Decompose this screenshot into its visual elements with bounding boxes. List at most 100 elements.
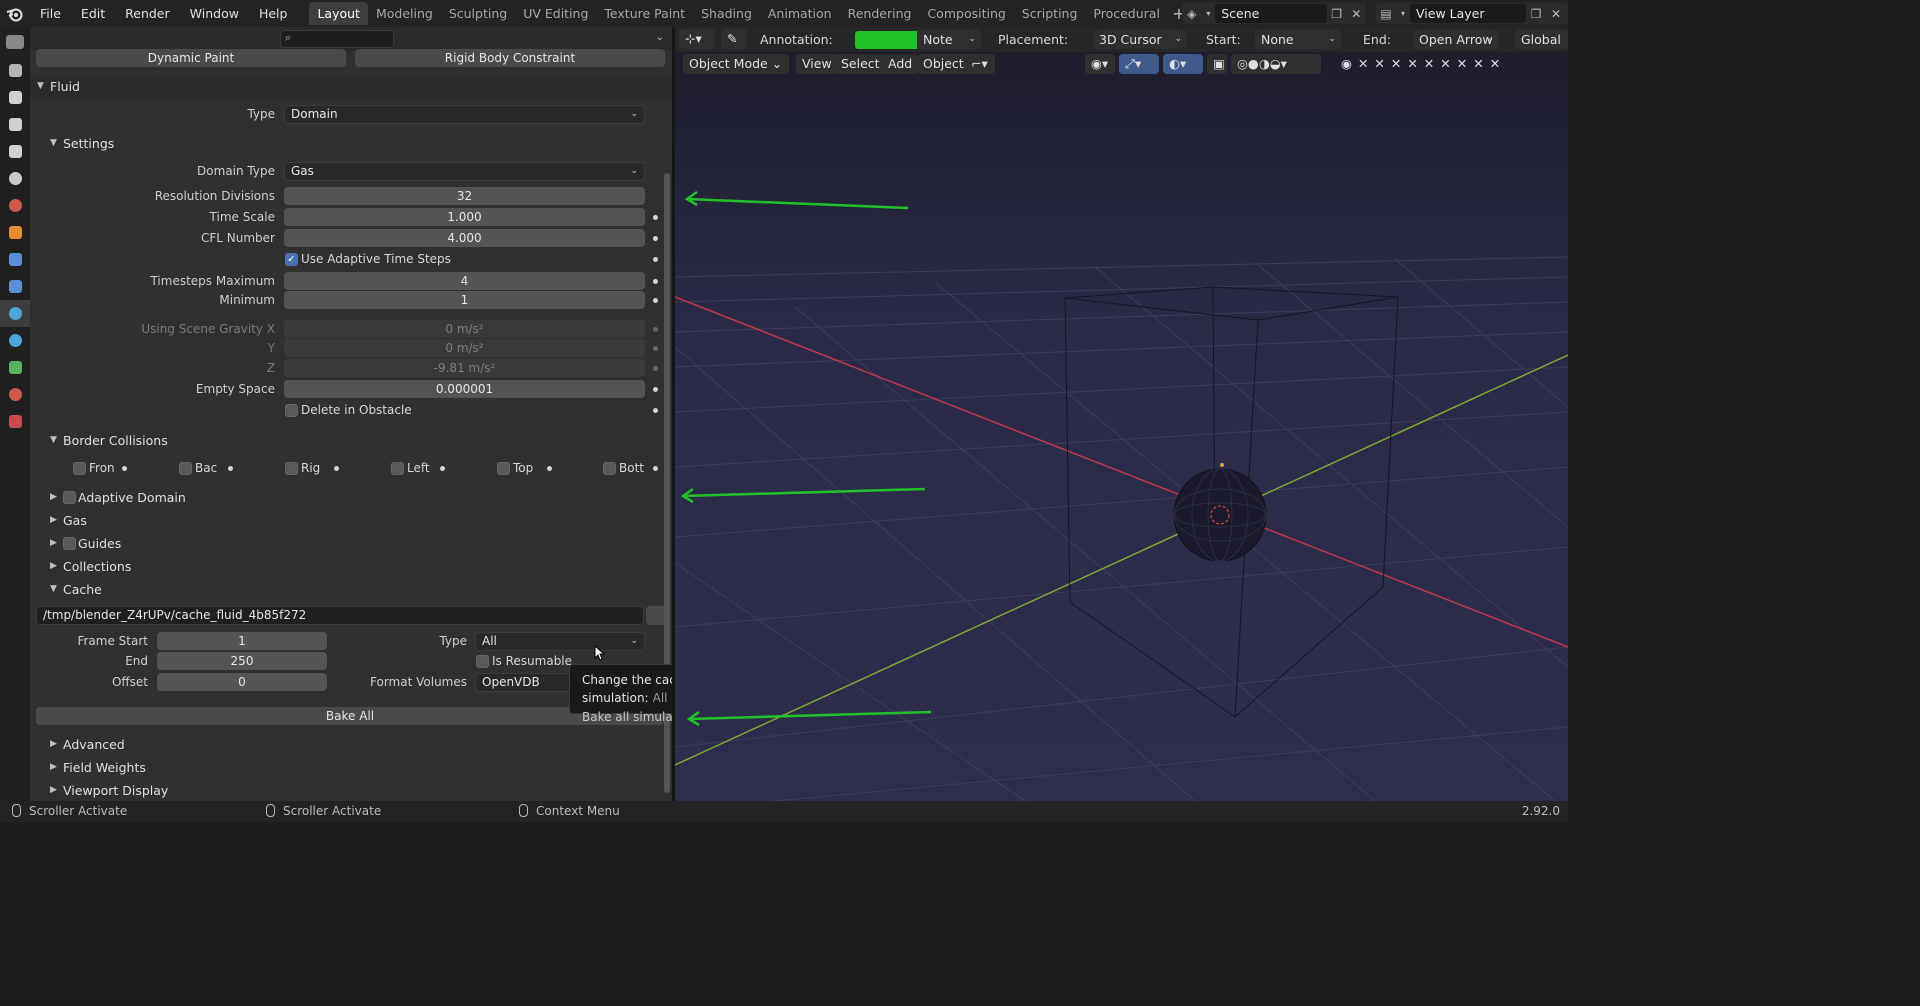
tab-sculpting[interactable]: Sculpting bbox=[441, 2, 515, 25]
time-scale-field[interactable]: 1.000 bbox=[284, 208, 645, 226]
modifier-tab-icon[interactable] bbox=[0, 246, 30, 273]
collections-header[interactable]: ▶ Collections bbox=[30, 555, 672, 579]
keyframe-dot-icon[interactable] bbox=[440, 466, 445, 471]
adaptive-domain-checkbox[interactable] bbox=[63, 491, 76, 504]
keyframe-dot-icon[interactable] bbox=[122, 466, 127, 471]
placement-dropdown[interactable]: 3D Cursor ⌄ bbox=[1093, 30, 1187, 49]
border-left-checkbox[interactable] bbox=[391, 462, 404, 475]
offset-field[interactable]: 0 bbox=[157, 673, 327, 691]
delete-view-layer-icon[interactable]: ✕ bbox=[1546, 4, 1566, 23]
overlays-toggle-icon[interactable]: ◐▾ bbox=[1163, 54, 1203, 74]
keyframe-dot-icon[interactable] bbox=[653, 408, 658, 413]
keyframe-dot-icon[interactable] bbox=[653, 257, 658, 262]
timesteps-min-field[interactable]: 1 bbox=[284, 291, 645, 309]
delete-scene-icon[interactable]: ✕ bbox=[1346, 4, 1366, 23]
world-tab-icon[interactable] bbox=[0, 192, 30, 219]
timesteps-max-field[interactable]: 4 bbox=[284, 272, 645, 290]
menu-add[interactable]: Add bbox=[882, 54, 919, 74]
keyframe-dot-icon[interactable] bbox=[653, 466, 658, 471]
view-layer-icon[interactable]: ▤ bbox=[1376, 4, 1396, 23]
folder-icon[interactable] bbox=[646, 606, 666, 625]
dynamic-paint-button[interactable]: Dynamic Paint bbox=[36, 49, 346, 67]
cache-header[interactable]: ▼ Cache bbox=[30, 578, 672, 602]
start-dropdown[interactable]: None ⌄ bbox=[1255, 30, 1341, 49]
tab-animation[interactable]: Animation bbox=[760, 2, 840, 25]
chevron-down-icon[interactable]: ▾ bbox=[1202, 4, 1216, 23]
menu-view[interactable]: View bbox=[796, 54, 838, 74]
tab-rendering[interactable]: Rendering bbox=[840, 2, 920, 25]
border-front-checkbox[interactable] bbox=[73, 462, 86, 475]
border-right-checkbox[interactable] bbox=[285, 462, 298, 475]
material-tab-icon[interactable] bbox=[0, 381, 30, 408]
render-tab-icon[interactable] bbox=[0, 84, 30, 111]
scene-name-field[interactable]: Scene bbox=[1215, 4, 1327, 23]
gravity-x-field[interactable]: 0 m/s² bbox=[284, 320, 645, 338]
tab-modeling[interactable]: Modeling bbox=[368, 2, 441, 25]
tool-tab-icon[interactable] bbox=[0, 57, 30, 84]
xray-toggle-icon[interactable]: ▣ bbox=[1207, 54, 1227, 74]
frame-end-field[interactable]: 250 bbox=[157, 652, 327, 670]
output-tab-icon[interactable] bbox=[0, 111, 30, 138]
settings-subpanel-header[interactable]: ▼ Settings bbox=[30, 132, 672, 156]
texture-tab-icon[interactable] bbox=[0, 408, 30, 435]
adaptive-timesteps-checkbox[interactable]: ✓ bbox=[285, 253, 298, 266]
editor-type-icon[interactable] bbox=[0, 27, 30, 57]
tab-scripting[interactable]: Scripting bbox=[1014, 2, 1086, 25]
scene-tab-icon[interactable] bbox=[0, 165, 30, 192]
adaptive-domain-header[interactable]: ▶ Adaptive Domain bbox=[30, 486, 672, 510]
annotate-tool-icon[interactable]: ✎ bbox=[721, 29, 747, 49]
visibility-icon[interactable]: ◉▾ bbox=[1085, 54, 1115, 74]
menu-object[interactable]: Object bbox=[917, 54, 970, 74]
annotation-color-swatch[interactable] bbox=[855, 31, 917, 49]
chevron-down-icon[interactable]: ⌄ bbox=[656, 32, 664, 43]
cache-path-input[interactable]: /tmp/blender_Z4rUPv/cache_fluid_4b85f272 bbox=[36, 606, 644, 625]
keyframe-dot-icon[interactable] bbox=[653, 236, 658, 241]
properties-search-input[interactable]: ⌕ bbox=[280, 30, 394, 48]
is-resumable-checkbox[interactable] bbox=[476, 655, 489, 668]
gas-header[interactable]: ▶ Gas bbox=[30, 509, 672, 533]
end-dropdown[interactable]: Open Arrow ⌄ bbox=[1413, 30, 1499, 49]
copy-view-layer-icon[interactable]: ❐ bbox=[1526, 4, 1546, 23]
view-layer-name-field[interactable]: View Layer bbox=[1410, 4, 1526, 23]
fluid-panel-header[interactable]: ▼ Fluid bbox=[30, 75, 672, 99]
domain-type-dropdown[interactable]: Gas ⌄ bbox=[284, 162, 645, 181]
snap-toggle-icon[interactable]: ⌐▾ bbox=[965, 54, 995, 74]
particles-tab-icon[interactable] bbox=[0, 273, 30, 300]
tab-texture-paint[interactable]: Texture Paint bbox=[596, 2, 693, 25]
tab-compositing[interactable]: Compositing bbox=[919, 2, 1013, 25]
menu-select[interactable]: Select bbox=[835, 54, 886, 74]
keyframe-dot-icon[interactable] bbox=[653, 366, 658, 371]
shading-modes-icon[interactable]: ◎●◑◒▾ bbox=[1231, 54, 1321, 74]
cfl-field[interactable]: 4.000 bbox=[284, 229, 645, 247]
gravity-z-field[interactable]: -9.81 m/s² bbox=[284, 359, 645, 377]
field-weights-header[interactable]: ▶ Field Weights bbox=[30, 756, 672, 780]
fluid-type-dropdown[interactable]: Domain ⌄ bbox=[284, 105, 645, 124]
gizmo-toggle-icon[interactable]: ⤢▾ bbox=[1119, 54, 1159, 74]
guides-checkbox[interactable] bbox=[63, 537, 76, 550]
border-collisions-header[interactable]: ▼ Border Collisions bbox=[30, 429, 672, 453]
keyframe-dot-icon[interactable] bbox=[334, 466, 339, 471]
tab-layout[interactable]: Layout bbox=[309, 2, 368, 25]
keyframe-dot-icon[interactable] bbox=[653, 346, 658, 351]
keyframe-dot-icon[interactable] bbox=[547, 466, 552, 471]
sphere-object[interactable] bbox=[1173, 468, 1267, 562]
border-bottom-checkbox[interactable] bbox=[603, 462, 616, 475]
scene-icon[interactable]: ◈ bbox=[1182, 4, 1202, 23]
guides-header[interactable]: ▶ Guides bbox=[30, 532, 672, 556]
menu-help[interactable]: Help bbox=[249, 0, 298, 27]
menu-edit[interactable]: Edit bbox=[71, 0, 115, 27]
gravity-y-field[interactable]: 0 m/s² bbox=[284, 339, 645, 357]
empty-space-field[interactable]: 0.000001 bbox=[284, 380, 645, 398]
menu-render[interactable]: Render bbox=[115, 0, 180, 27]
resolution-field[interactable]: 32 bbox=[284, 187, 645, 205]
object-tab-icon[interactable] bbox=[0, 219, 30, 246]
keyframe-dot-icon[interactable] bbox=[653, 387, 658, 392]
keyframe-dot-icon[interactable] bbox=[653, 279, 658, 284]
menu-window[interactable]: Window bbox=[180, 0, 249, 27]
keyframe-dot-icon[interactable] bbox=[653, 215, 658, 220]
mode-dropdown[interactable]: Object Mode ⌄ bbox=[683, 54, 789, 74]
data-tab-icon[interactable] bbox=[0, 354, 30, 381]
border-top-checkbox[interactable] bbox=[497, 462, 510, 475]
rigid-body-constraint-button[interactable]: Rigid Body Constraint bbox=[355, 49, 665, 67]
blender-logo-icon[interactable] bbox=[0, 0, 30, 27]
